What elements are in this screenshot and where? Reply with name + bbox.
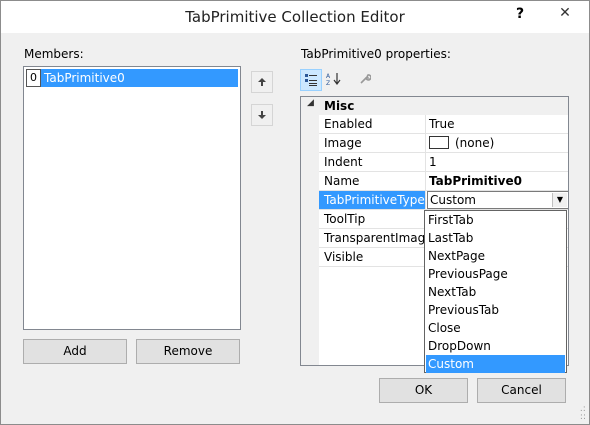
move-down-button[interactable] (251, 104, 273, 126)
list-item[interactable]: 0 TabPrimitive0 (26, 69, 238, 87)
properties-label: TabPrimitive0 properties: (301, 47, 451, 61)
resize-grip-icon[interactable]: .::: (580, 405, 586, 422)
member-name: TabPrimitive0 (41, 69, 238, 87)
close-icon: ✕ (559, 5, 571, 21)
property-name: Name (319, 172, 426, 190)
property-name: Visible (319, 248, 426, 266)
property-row-indent[interactable]: Indent 1 (319, 153, 568, 172)
dropdown-option[interactable]: FirstTab (426, 211, 565, 229)
property-row-enabled[interactable]: Enabled True (319, 115, 568, 134)
dropdown-option[interactable]: Close (426, 319, 565, 337)
members-label: Members: (24, 47, 84, 61)
alphabetical-button[interactable]: A Z (323, 69, 345, 91)
categorized-icon (305, 74, 317, 86)
tabprimitivetype-combo[interactable]: Custom ▼ (427, 191, 568, 209)
add-button[interactable]: Add (23, 339, 127, 364)
window-title: TabPrimitive Collection Editor (185, 8, 405, 26)
dropdown-option[interactable]: DropDown (426, 337, 565, 355)
property-name: TransparentImageColor (319, 229, 426, 247)
combo-value: Custom (430, 193, 476, 207)
chevron-down-icon[interactable]: ▼ (552, 193, 567, 207)
alphabetical-icon: A Z (326, 73, 341, 87)
image-value: (none) (455, 136, 495, 150)
property-pages-button[interactable] (354, 69, 376, 91)
arrow-up-icon (258, 78, 266, 86)
property-value[interactable]: 1 (427, 153, 568, 171)
arrow-down-icon (258, 111, 266, 119)
help-button[interactable]: ? (508, 3, 532, 25)
image-swatch (429, 136, 449, 149)
cancel-button[interactable]: Cancel (477, 378, 566, 403)
svg-text:Z: Z (326, 80, 330, 86)
grid-gutter (301, 97, 319, 365)
property-row-name[interactable]: Name TabPrimitive0 (319, 172, 568, 191)
collection-editor-dialog: TabPrimitive Collection Editor ? ✕ Membe… (0, 0, 590, 425)
property-name: Indent (319, 153, 426, 171)
dropdown-option-selected[interactable]: Custom (426, 355, 565, 373)
dropdown-option[interactable]: PreviousPage (426, 265, 565, 283)
dropdown-option[interactable]: NextTab (426, 283, 565, 301)
category-label: Misc (324, 99, 355, 113)
remove-button[interactable]: Remove (136, 339, 240, 364)
property-row-tabprimitivetype[interactable]: TabPrimitiveType Custom ▼ (319, 191, 568, 210)
property-name: ToolTip (319, 210, 426, 228)
property-value-image[interactable]: (none) (427, 134, 568, 152)
member-index: 0 (26, 69, 41, 87)
property-name: Enabled (319, 115, 426, 133)
wrench-icon (360, 74, 372, 84)
property-value[interactable]: True (427, 115, 568, 133)
move-up-button[interactable] (251, 71, 273, 93)
dropdown-option[interactable]: NextPage (426, 247, 565, 265)
property-name: TabPrimitiveType (319, 191, 426, 209)
dropdown-option[interactable]: LastTab (426, 229, 565, 247)
property-name: Image (319, 134, 426, 152)
tabprimitivetype-dropdown[interactable]: FirstTab LastTab NextPage PreviousPage N… (424, 210, 567, 373)
title-bar: TabPrimitive Collection Editor ? ✕ (1, 1, 589, 33)
svg-text:A: A (326, 73, 331, 80)
category-row[interactable]: ◢ Misc (301, 97, 568, 115)
property-value-combo[interactable]: Custom ▼ (427, 191, 568, 209)
property-row-image[interactable]: Image (none) (319, 134, 568, 153)
ok-button[interactable]: OK (379, 378, 468, 403)
dropdown-option[interactable]: PreviousTab (426, 301, 565, 319)
members-list[interactable]: 0 TabPrimitive0 (23, 66, 241, 330)
close-button[interactable]: ✕ (542, 2, 588, 24)
categorized-button[interactable] (300, 69, 322, 91)
collapse-triangle-icon[interactable]: ◢ (307, 98, 314, 108)
property-value[interactable]: TabPrimitive0 (427, 172, 568, 190)
